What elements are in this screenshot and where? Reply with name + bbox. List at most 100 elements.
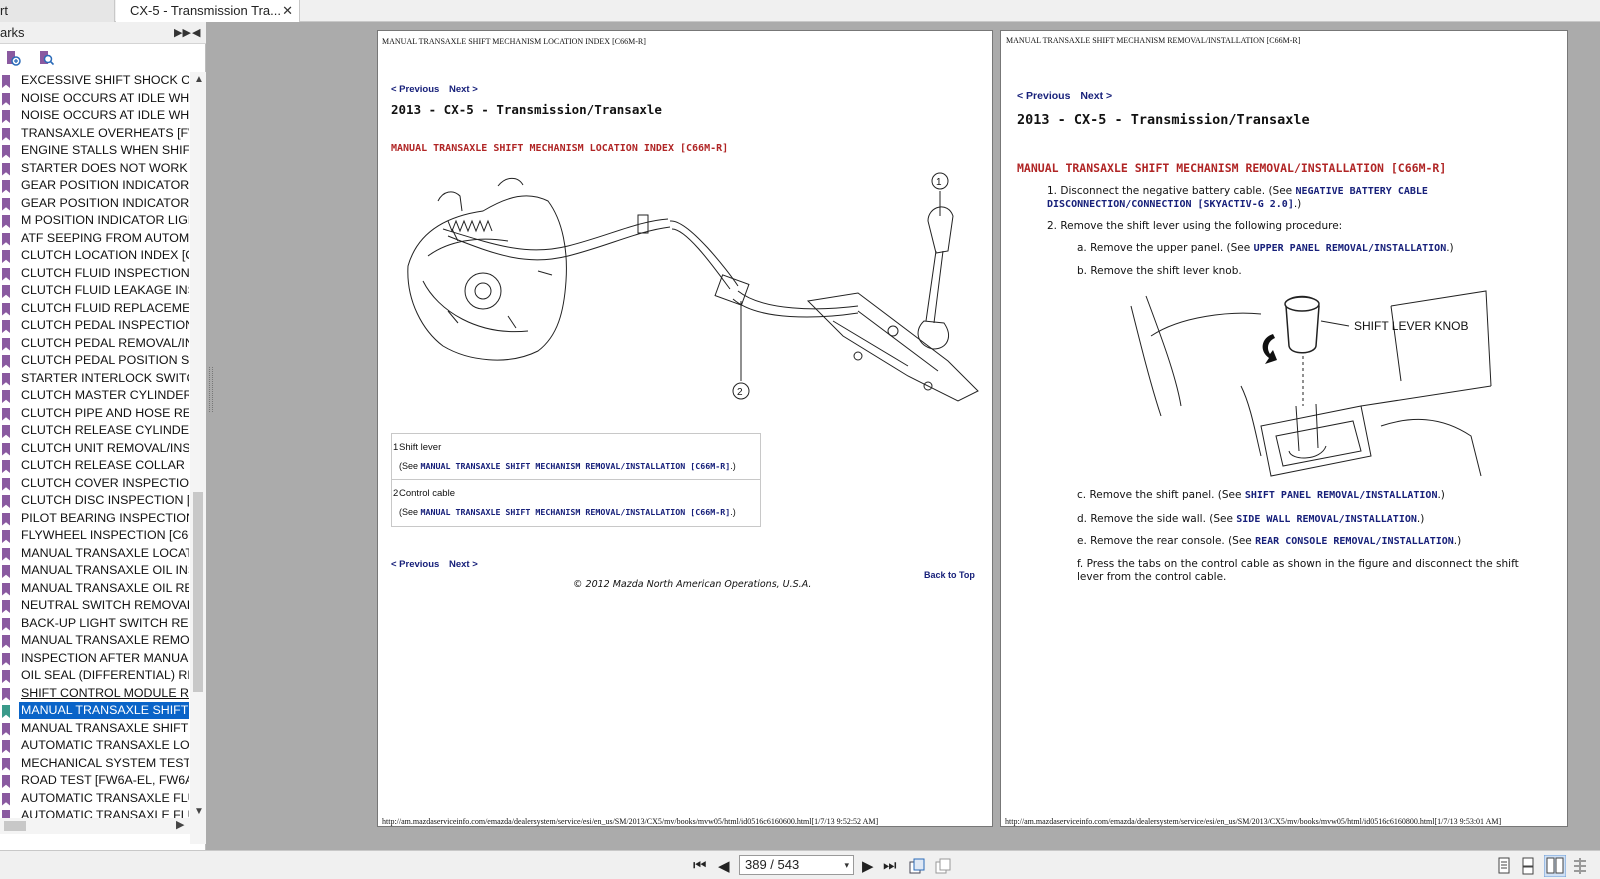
bookmark-item[interactable]: GEAR POSITION INDICATOR ILI (0, 195, 190, 213)
previous-link[interactable]: < Previous (391, 559, 439, 570)
bookmark-icon (2, 530, 10, 543)
facing-pages-view-icon[interactable] (1544, 855, 1566, 877)
bookmark-item[interactable]: NOISE OCCURS AT IDLE WHEN (0, 90, 190, 108)
bookmark-item[interactable]: CLUTCH PEDAL REMOVAL/INST (0, 335, 190, 353)
bookmark-item[interactable]: CLUTCH UNIT REMOVAL/INSTA (0, 440, 190, 458)
back-to-top-link[interactable]: Back to Top (924, 570, 975, 580)
bookmark-label: CLUTCH UNIT REMOVAL/INSTA (21, 440, 189, 455)
page-dropdown-icon[interactable]: ▾ (844, 856, 849, 874)
bookmark-label: MECHANICAL SYSTEM TEST [F (21, 755, 189, 770)
bookmark-item[interactable]: ROAD TEST [FW6A-EL, FW6AX (0, 772, 190, 790)
bookmark-item[interactable]: MANUAL TRANSAXLE OIL REPL (0, 580, 190, 598)
bookmark-item[interactable]: AUTOMATIC TRANSAXLE LOCA (0, 737, 190, 755)
bookmark-item[interactable]: CLUTCH MASTER CYLINDER RE (0, 387, 190, 405)
bookmark-item[interactable]: ATF SEEPING FROM AUTOMAT (0, 230, 190, 248)
previous-page-icon[interactable]: ◀ (718, 857, 730, 875)
bookmark-item[interactable]: PILOT BEARING INSPECTION [C (0, 510, 190, 528)
last-page-icon[interactable]: ⏭ (883, 857, 897, 874)
bookmark-item[interactable]: MANUAL TRANSAXLE OIL INSPI (0, 562, 190, 580)
bookmark-item[interactable]: CLUTCH DISC INSPECTION [C6 (0, 492, 190, 510)
bookmark-label: ATF SEEPING FROM AUTOMAT (21, 230, 189, 245)
tab-start[interactable]: rt (0, 0, 115, 22)
scroll-right-icon[interactable]: ▶ (176, 818, 184, 831)
tab-document[interactable]: CX-5 - Transmission Tra... ✕ (116, 0, 300, 22)
legend-link[interactable]: MANUAL TRANSAXLE SHIFT MECHANISM REMOVAL… (421, 507, 731, 517)
next-link[interactable]: Next > (449, 559, 478, 570)
collapse-panel-icon[interactable]: ◀ (192, 22, 200, 44)
next-link[interactable]: Next > (449, 84, 478, 95)
next-page-icon[interactable]: ▶ (862, 857, 874, 875)
bookmarks-vertical-scrollbar[interactable]: ▲ ▼ (190, 72, 206, 844)
scroll-down-icon[interactable]: ▼ (194, 806, 204, 817)
bookmark-icon (2, 670, 10, 683)
bookmark-item[interactable]: ENGINE STALLS WHEN SHIFTE (0, 142, 190, 160)
bookmarks-hscroll-thumb[interactable] (4, 821, 26, 831)
bookmark-item[interactable]: CLUTCH LOCATION INDEX [C66 (0, 247, 190, 265)
previous-link[interactable]: < Previous (1017, 90, 1070, 102)
bookmark-icon (2, 372, 10, 386)
bookmark-item[interactable]: CLUTCH PEDAL INSPECTION [C (0, 317, 190, 335)
scroll-up-icon[interactable]: ▲ (194, 74, 204, 85)
close-tab-icon[interactable]: ✕ (282, 0, 293, 22)
bookmarks-horizontal-scrollbar[interactable]: ▶ (0, 818, 206, 834)
side-wall-link[interactable]: SIDE WALL REMOVAL/INSTALLATION (1236, 514, 1417, 525)
bookmark-label: CLUTCH LOCATION INDEX [C66 (21, 248, 189, 262)
panel-splitter[interactable] (206, 22, 216, 850)
bookmark-item[interactable]: CLUTCH FLUID REPLACEMENT/A (0, 300, 190, 318)
legend-link[interactable]: MANUAL TRANSAXLE SHIFT MECHANISM REMOVAL… (421, 461, 731, 471)
bookmark-item[interactable]: AUTOMATIC TRANSAXLE FLUID (0, 790, 190, 808)
continuous-view-icon[interactable] (1520, 857, 1536, 875)
bookmark-item[interactable]: BACK-UP LIGHT SWITCH REMO (0, 615, 190, 633)
bookmark-item[interactable]: NOISE OCCURS AT IDLE WHEN (0, 107, 190, 125)
find-bookmark-icon[interactable] (38, 50, 54, 66)
fit-page-icon[interactable] (934, 857, 952, 875)
bookmark-item[interactable]: M POSITION INDICATOR LIGHT (0, 212, 190, 230)
first-page-icon[interactable]: ⏮ (693, 857, 707, 874)
shift-panel-link[interactable]: SHIFT PANEL REMOVAL/INSTALLATION (1245, 490, 1438, 501)
bookmark-item[interactable]: OIL SEAL (DIFFERENTIAL) REPL (0, 667, 190, 685)
bookmark-item[interactable]: CLUTCH COVER INSPECTION [C (0, 475, 190, 493)
continuous-facing-view-icon[interactable] (1572, 857, 1588, 875)
bookmark-item[interactable]: GEAR POSITION INDICATOR DO (0, 177, 190, 195)
rear-console-link[interactable]: REAR CONSOLE REMOVAL/INSTALLATION (1255, 536, 1454, 547)
bookmark-item[interactable]: MANUAL TRANSAXLE SHIFT ME (0, 702, 190, 720)
legend-number: 2 (393, 488, 399, 499)
page-number-input[interactable]: 389 / 543 ▾ (739, 855, 854, 875)
legend-number: 1 (393, 442, 399, 453)
previous-link[interactable]: < Previous (391, 84, 439, 95)
bookmark-item[interactable]: NEUTRAL SWITCH REMOVAL/IN (0, 597, 190, 615)
expand-panel-icon[interactable]: ▶▶ (174, 22, 191, 44)
bookmark-item[interactable]: TRANSAXLE OVERHEATS [FW6 (0, 125, 190, 143)
bookmark-item[interactable]: INSPECTION AFTER MANUAL T (0, 650, 190, 668)
next-link[interactable]: Next > (1080, 90, 1112, 102)
bookmark-item[interactable]: MANUAL TRANSAXLE REMOVAL (0, 632, 190, 650)
bookmark-label: GEAR POSITION INDICATOR ILI (21, 195, 189, 210)
rotate-view-icon[interactable] (908, 857, 926, 875)
splitter-grip[interactable] (209, 367, 213, 412)
navigation-toolbar: ⏮ ◀ 389 / 543 ▾ ▶ ⏭ (0, 850, 1600, 879)
bookmarks-scroll-thumb[interactable] (193, 492, 203, 692)
bookmark-item[interactable]: MANUAL TRANSAXLE LOCATIO (0, 545, 190, 563)
bookmark-item[interactable]: FLYWHEEL INSPECTION [C66M (0, 527, 190, 545)
bookmark-icon (2, 337, 10, 351)
bookmark-item[interactable]: STARTER DOES NOT WORK [F (0, 160, 190, 178)
bookmark-item[interactable]: CLUTCH RELEASE CYLINDER RE (0, 422, 190, 440)
bookmark-item[interactable]: EXCESSIVE SHIFT SHOCK ON T (0, 72, 190, 90)
shift-lever-knob-label: SHIFT LEVER KNOB (1354, 319, 1468, 333)
bookmark-icon (2, 267, 10, 281)
tab-document-label: CX-5 - Transmission Tra... (130, 3, 281, 18)
bookmark-item[interactable]: MANUAL TRANSAXLE SHIFT ME (0, 720, 190, 738)
bookmark-item[interactable]: SHIFT CONTROL MODULE REMO (0, 685, 190, 703)
bookmark-item[interactable]: CLUTCH PEDAL POSITION SWI (0, 352, 190, 370)
bookmark-icon (2, 320, 10, 333)
upper-panel-link[interactable]: UPPER PANEL REMOVAL/INSTALLATION (1254, 243, 1447, 254)
expand-bookmark-icon[interactable] (5, 50, 21, 66)
bookmark-icon (2, 600, 10, 613)
bookmark-item[interactable]: STARTER INTERLOCK SWITCH (0, 370, 190, 388)
bookmark-item[interactable]: MECHANICAL SYSTEM TEST [F (0, 755, 190, 773)
bookmark-item[interactable]: CLUTCH FLUID LEAKAGE INSPE (0, 282, 190, 300)
bookmark-item[interactable]: CLUTCH RELEASE COLLAR INSP (0, 457, 190, 475)
single-page-view-icon[interactable] (1496, 857, 1512, 875)
bookmark-item[interactable]: CLUTCH PIPE AND HOSE REMO (0, 405, 190, 423)
bookmark-item[interactable]: CLUTCH FLUID INSPECTION [C6 (0, 265, 190, 283)
